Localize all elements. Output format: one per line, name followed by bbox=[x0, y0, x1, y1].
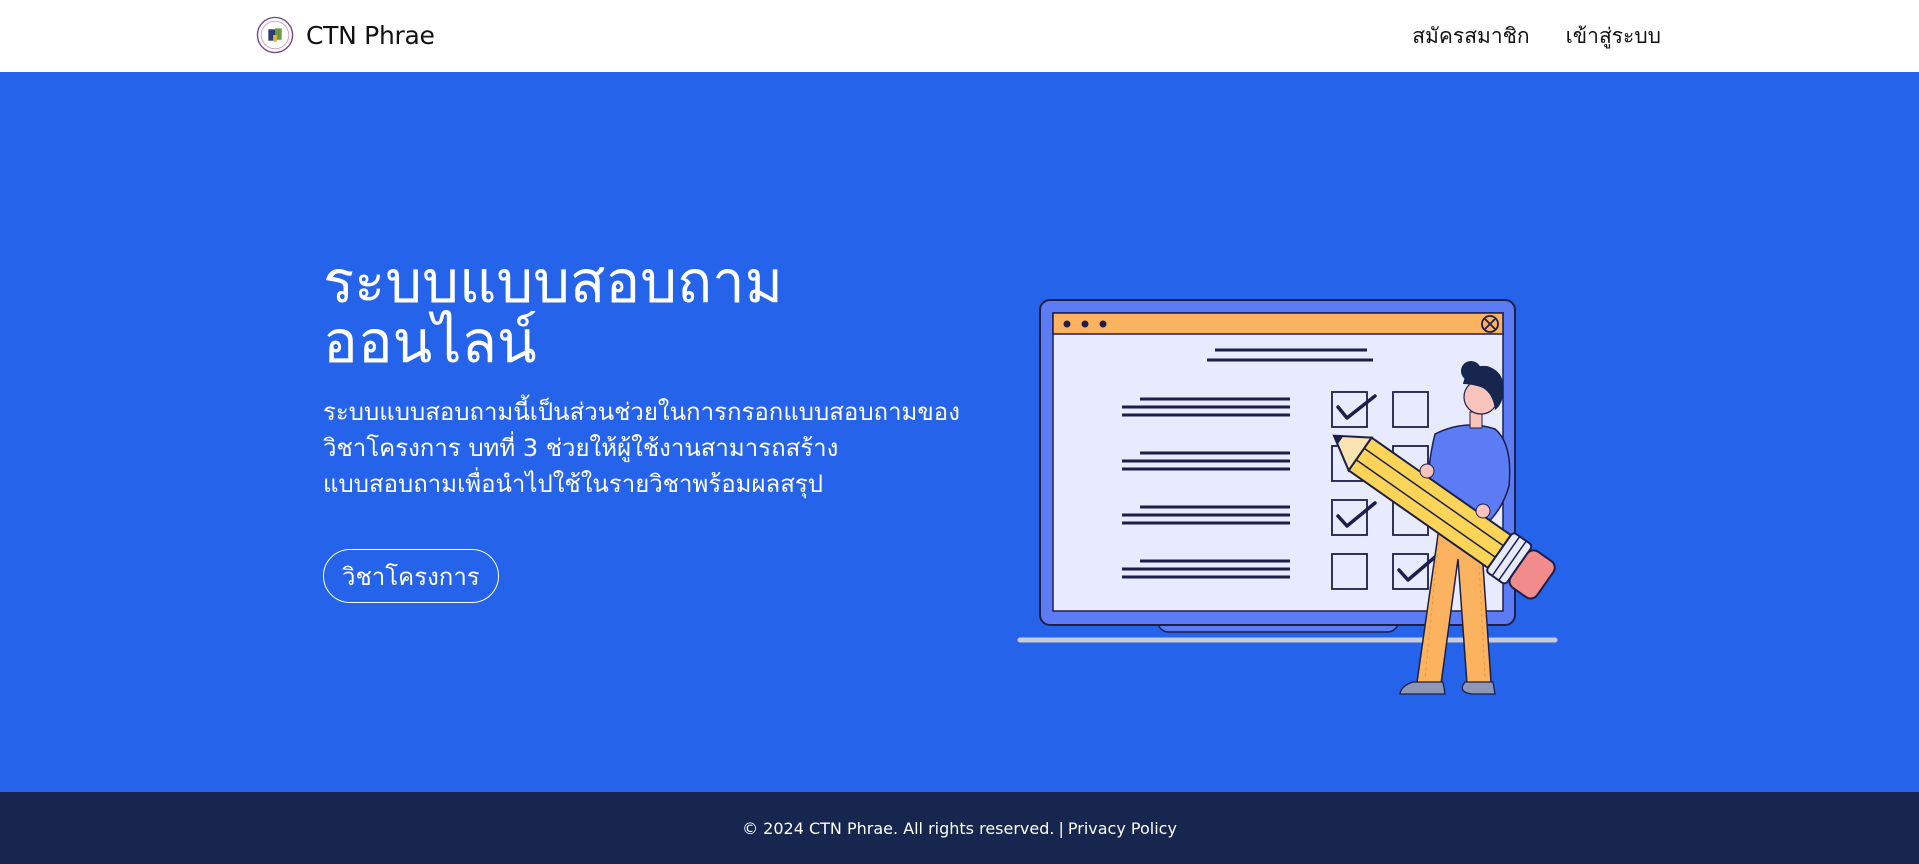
hero-description: ระบบแบบสอบถามนี้เป็นส่วนช่วยในการกรอกแบบ… bbox=[323, 398, 960, 498]
footer: © 2024 CTN Phrae. All rights reserved. |… bbox=[0, 792, 1919, 864]
survey-checklist-illustration bbox=[1017, 299, 1558, 695]
register-link[interactable]: สมัครสมาชิก bbox=[1412, 20, 1529, 53]
brand[interactable]: CTN Phrae bbox=[256, 15, 435, 55]
project-course-button[interactable]: วิชาโครงการ bbox=[323, 549, 499, 603]
school-emblem-icon bbox=[256, 16, 294, 54]
top-navbar: CTN Phrae สมัครสมาชิก เข้าสู่ระบบ bbox=[0, 0, 1919, 72]
hero-title: ระบบแบบสอบถามออนไลน์ bbox=[323, 248, 783, 376]
login-link[interactable]: เข้าสู่ระบบ bbox=[1566, 20, 1661, 53]
hero-section: ระบบแบบสอบถามออนไลน์ ระบบแบบสอบถามนี้เป็… bbox=[0, 72, 1919, 792]
brand-name: CTN Phrae bbox=[306, 20, 435, 50]
main-nav: สมัครสมาชิก เข้าสู่ระบบ bbox=[1412, 20, 1661, 53]
copyright-text: © 2024 CTN Phrae. All rights reserved. bbox=[742, 818, 1055, 838]
footer-separator: | bbox=[1058, 818, 1064, 838]
privacy-policy-link[interactable]: Privacy Policy bbox=[1068, 819, 1177, 838]
